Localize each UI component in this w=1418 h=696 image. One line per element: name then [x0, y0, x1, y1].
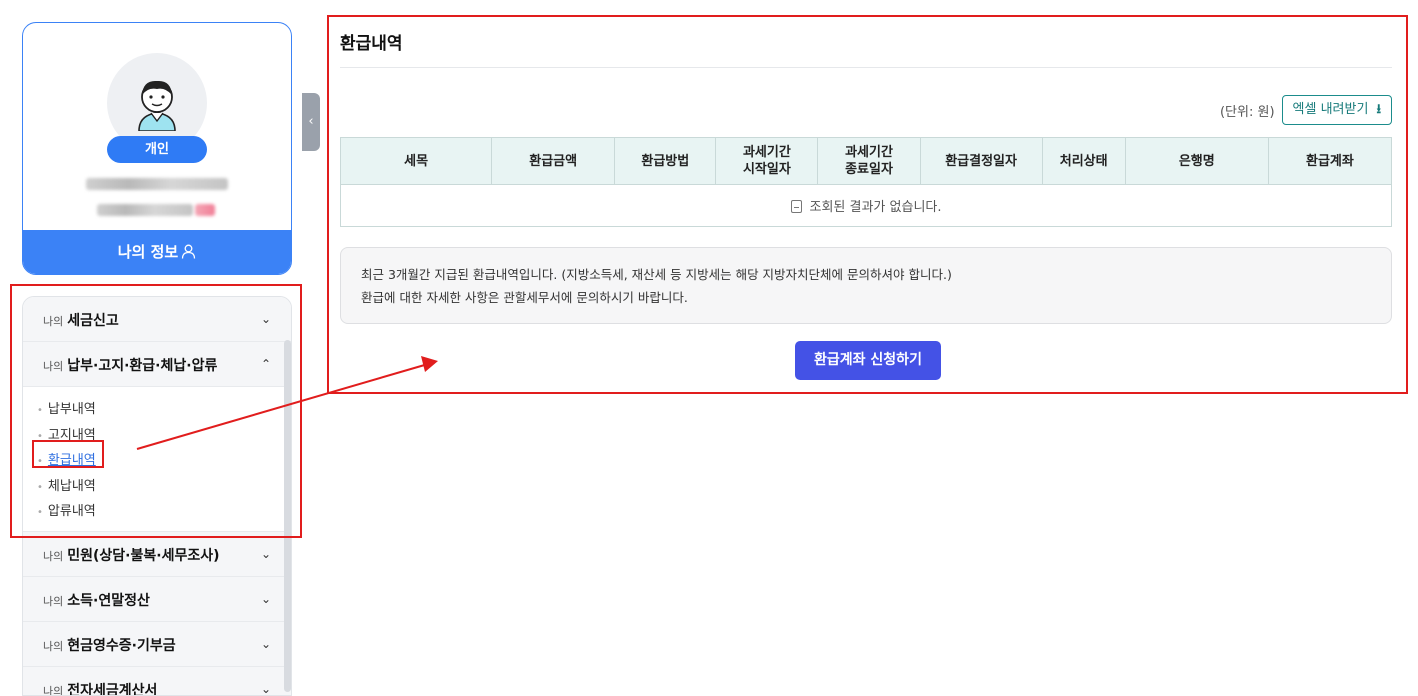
annotation-arrow-icon — [0, 0, 1418, 692]
